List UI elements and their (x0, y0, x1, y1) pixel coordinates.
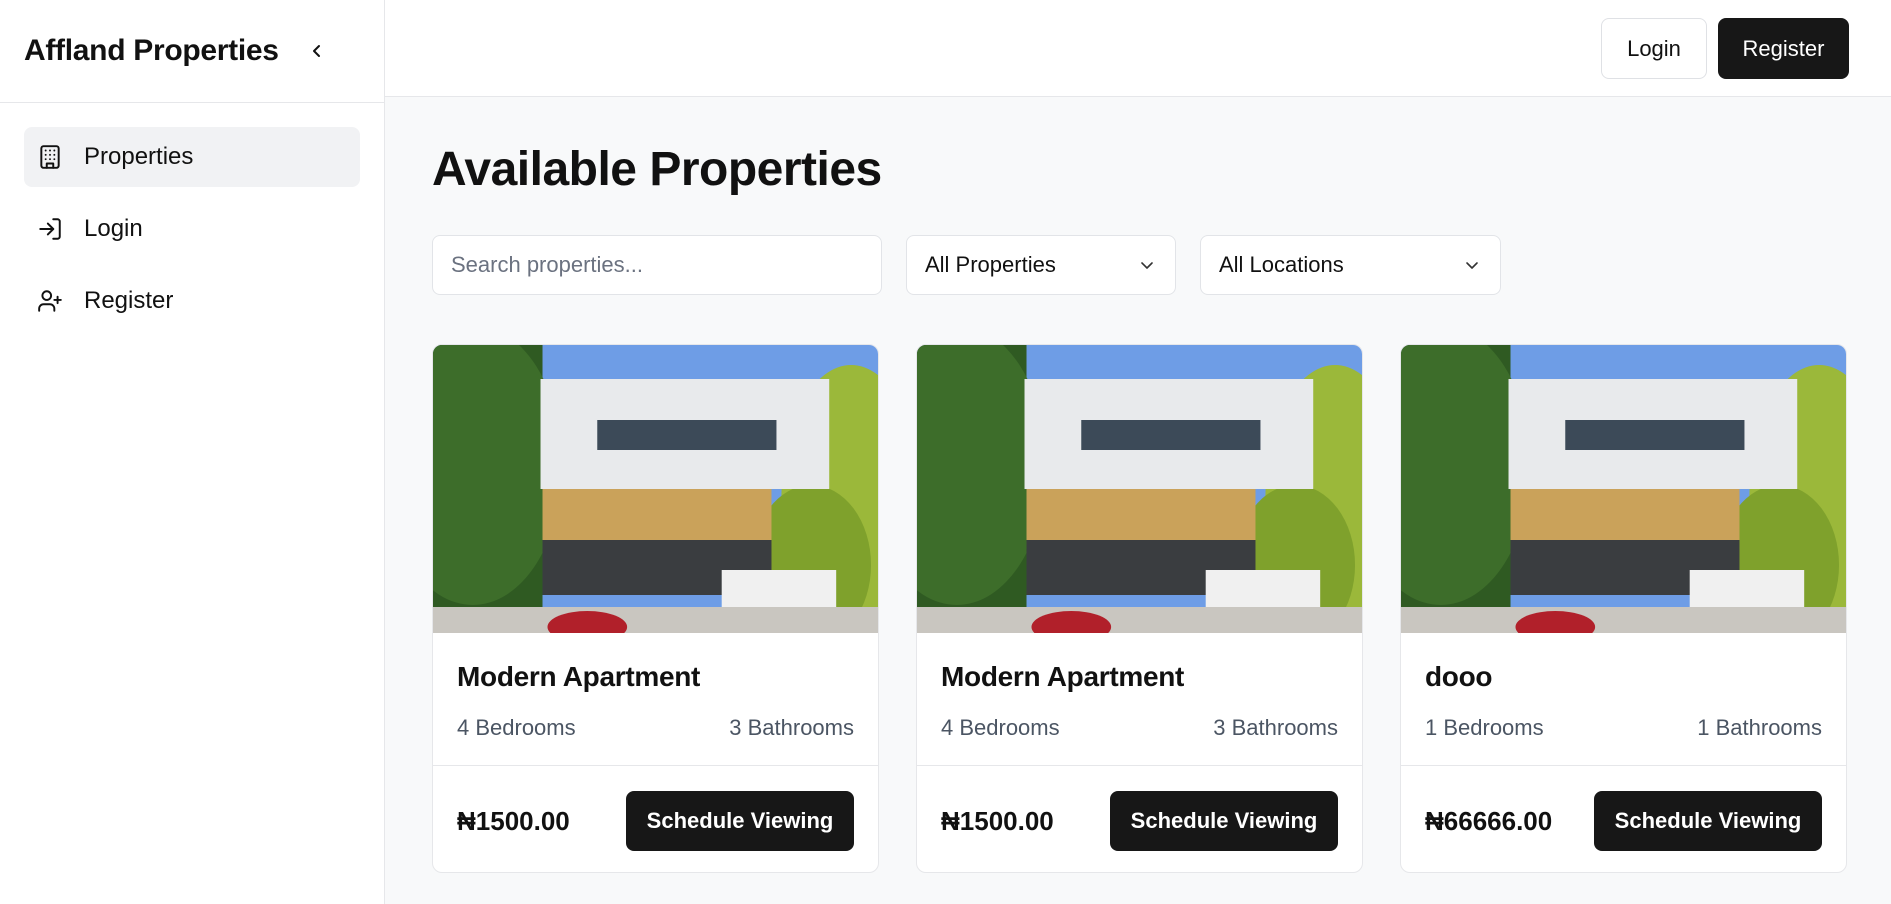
property-photo (917, 345, 1362, 633)
sidebar-item-properties[interactable]: Properties (24, 127, 360, 187)
schedule-viewing-button[interactable]: Schedule Viewing (626, 791, 854, 851)
property-type-select[interactable]: All Properties (906, 235, 1176, 295)
bedrooms-count: 1 Bedrooms (1425, 715, 1544, 740)
bathrooms-count: 3 Bathrooms (729, 715, 854, 740)
location-select[interactable]: All Locations (1200, 235, 1501, 295)
card-divider (917, 765, 1362, 766)
bathrooms-count: 3 Bathrooms (1213, 715, 1338, 740)
location-value: All Locations (1219, 252, 1344, 277)
chevron-down-icon (1141, 262, 1153, 269)
search-input[interactable] (432, 235, 882, 295)
card-divider (433, 765, 878, 766)
sidebar-nav: Properties Login Register (0, 103, 384, 331)
property-card[interactable]: dooo 1 Bedrooms 1 Bathrooms ₦66666.00 Sc… (1400, 344, 1847, 873)
page-title: Available Properties (432, 143, 882, 196)
sidebar-header: Affland Properties (0, 0, 384, 103)
user-plus-icon (36, 287, 64, 315)
sidebar: Affland Properties Properties Login Regi… (0, 0, 385, 904)
login-button[interactable]: Login (1601, 18, 1707, 79)
property-card[interactable]: Modern Apartment 4 Bedrooms 3 Bathrooms … (916, 344, 1363, 873)
sidebar-item-register[interactable]: Register (24, 271, 360, 331)
building-icon (36, 143, 64, 171)
property-price: ₦66666.00 (1425, 806, 1553, 836)
login-icon (36, 215, 64, 243)
property-title: Modern Apartment (457, 661, 701, 692)
schedule-viewing-button[interactable]: Schedule Viewing (1594, 791, 1822, 851)
brand-title: Affland Properties (24, 34, 279, 67)
property-card[interactable]: Modern Apartment 4 Bedrooms 3 Bathrooms … (432, 344, 879, 873)
collapse-sidebar-button[interactable] (303, 37, 331, 65)
property-photo (433, 345, 878, 633)
card-divider (1401, 765, 1846, 766)
property-price: ₦1500.00 (941, 806, 1054, 836)
property-type-value: All Properties (925, 252, 1056, 277)
chevron-down-icon (1466, 262, 1478, 269)
register-button[interactable]: Register (1718, 18, 1849, 79)
chevron-left-icon (312, 45, 320, 57)
property-photo (1401, 345, 1846, 633)
sidebar-item-label: Properties (84, 143, 194, 170)
property-title: dooo (1425, 661, 1493, 692)
sidebar-item-label: Login (84, 215, 143, 242)
sidebar-item-label: Register (84, 287, 174, 314)
sidebar-item-login[interactable]: Login (24, 199, 360, 259)
property-price: ₦1500.00 (457, 806, 570, 836)
bathrooms-count: 1 Bathrooms (1697, 715, 1822, 740)
schedule-viewing-button[interactable]: Schedule Viewing (1110, 791, 1338, 851)
property-title: Modern Apartment (941, 661, 1185, 692)
bedrooms-count: 4 Bedrooms (941, 715, 1060, 740)
bedrooms-count: 4 Bedrooms (457, 715, 576, 740)
